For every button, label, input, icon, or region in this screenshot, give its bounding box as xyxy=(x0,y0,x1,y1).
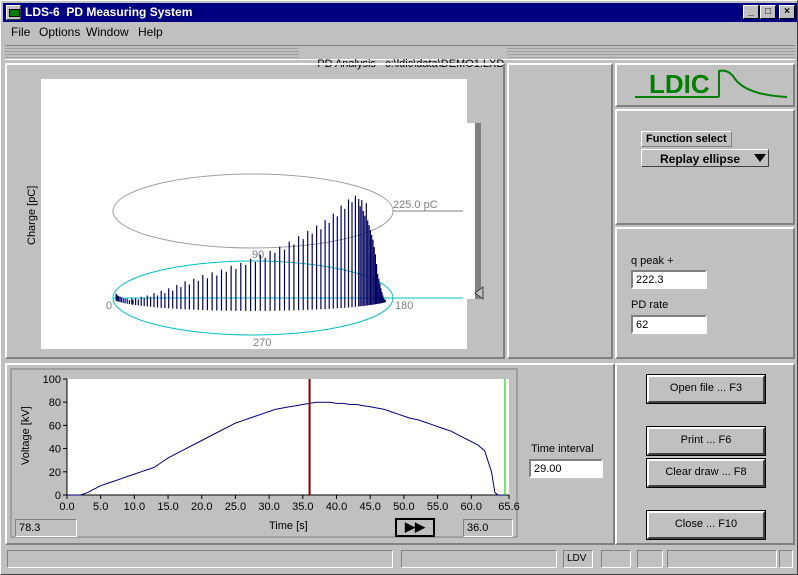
close-window-button[interactable]: × xyxy=(779,5,795,19)
x-tick-label: 0.0 xyxy=(59,501,74,513)
pd-rate-label: PD rate xyxy=(631,299,669,311)
minimize-button[interactable]: _ xyxy=(743,5,759,19)
voltage-axis-label: Voltage [kV] xyxy=(20,406,32,465)
menu-options[interactable]: Options xyxy=(39,25,80,39)
app-window: LDS-6 PD Measuring System _ □ × File Opt… xyxy=(0,0,798,575)
x-tick-label: 5.0 xyxy=(93,501,108,513)
status-cell-1 xyxy=(7,550,393,568)
status-ldv: LDV xyxy=(563,550,593,568)
charge-axis-label: Charge [pC] xyxy=(26,186,38,245)
x-tick-label: 25.0 xyxy=(225,501,246,513)
x-tick-label: 15.0 xyxy=(157,501,178,513)
function-select-dropdown[interactable]: Replay ellipse xyxy=(641,149,769,167)
status-cell-7 xyxy=(779,550,793,568)
title-bar[interactable]: LDS-6 PD Measuring System _ □ × xyxy=(3,3,797,22)
upper-value-label: 225.0 pC xyxy=(393,199,438,211)
voltage-panel: Voltage [kV] Time [s] 0.0 5.0 10.0 15.0 20.0… xyxy=(5,363,615,545)
y-tick-label: 100 xyxy=(43,374,61,386)
menu-file[interactable]: File xyxy=(11,25,30,39)
logo-text: LDIC xyxy=(649,69,710,99)
x-tick-label: 45.0 xyxy=(359,501,380,513)
open-file-button[interactable]: Open file ... F3 xyxy=(646,374,766,404)
ellipse-plot: Charge [pC] 225.0 pC 0 90 180 270 xyxy=(26,79,484,349)
fast-forward-button[interactable]: ▶▶ xyxy=(395,518,435,537)
ellipse-panel: Charge [pC] 225.0 pC 0 90 180 270 xyxy=(5,63,505,359)
y-tick-label: 20 xyxy=(49,467,61,479)
y-tick-label: 40 xyxy=(49,444,61,456)
time-interval-label: Time interval xyxy=(531,443,594,455)
window-title: LDS-6 PD Measuring System xyxy=(25,5,193,19)
x-tick-label: 35.0 xyxy=(292,501,313,513)
middle-panel xyxy=(507,63,613,359)
x-tick-label: 20.0 xyxy=(191,501,212,513)
menu-help[interactable]: Help xyxy=(138,25,163,39)
ldic-logo: LDIC xyxy=(635,69,788,99)
voltage-plot-area xyxy=(67,379,509,495)
x-tick-label: 55.0 xyxy=(427,501,448,513)
pd-rate-field: 62 xyxy=(631,315,707,334)
status-cell-5 xyxy=(637,550,663,568)
chevron-down-icon[interactable] xyxy=(754,154,766,162)
x-tick-label: 30.0 xyxy=(258,501,279,513)
status-cell-4 xyxy=(601,550,631,568)
x-tick-label: 10.0 xyxy=(124,501,145,513)
maximize-button[interactable]: □ xyxy=(760,5,776,19)
clear-draw-button[interactable]: Clear draw ... F8 xyxy=(646,458,766,488)
angle-270-label: 270 xyxy=(253,337,271,349)
menu-window[interactable]: Window xyxy=(86,25,129,39)
status-cell-2 xyxy=(401,550,557,568)
app-icon[interactable] xyxy=(6,5,21,20)
print-button[interactable]: Print ... F6 xyxy=(646,426,766,456)
time-axis-label: Time [s] xyxy=(269,520,308,532)
function-panel: Function select Replay ellipse xyxy=(615,109,795,225)
function-select-label: Function select xyxy=(641,131,732,147)
buttons-panel: Open file ... F3 Print ... F6 Clear draw… xyxy=(615,363,795,545)
q-peak-label: q peak + xyxy=(631,255,674,267)
y-tick-label: 80 xyxy=(49,397,61,409)
time-interval-field[interactable]: 29.00 xyxy=(529,459,603,478)
scale-bar xyxy=(475,123,481,299)
readout-right: 36.0 xyxy=(463,519,513,537)
angle-90-label: 90 xyxy=(252,249,264,261)
x-tick-label: 65.6 xyxy=(498,501,519,513)
file-header: PD Analysis c:\ldic\data\DEMO1.LXD xyxy=(299,46,507,70)
x-tick-label: 60.0 xyxy=(461,501,482,513)
status-cell-6 xyxy=(667,550,777,568)
x-tick-label: 40.0 xyxy=(326,501,347,513)
logo-panel: LDIC xyxy=(615,63,795,107)
y-tick-label: 60 xyxy=(49,420,61,432)
menu-bar: File Options Window Help xyxy=(3,23,797,41)
close-button[interactable]: Close ... F10 xyxy=(646,510,766,540)
readout-left: 78.3 xyxy=(15,519,77,537)
function-select-value: Replay ellipse xyxy=(660,152,741,166)
y-tick-label: 0 xyxy=(55,490,61,502)
fast-forward-icon: ▶▶ xyxy=(405,519,425,534)
q-peak-field: 222.3 xyxy=(631,270,707,289)
angle-180-label: 180 xyxy=(395,300,413,312)
readings-panel: q peak + 222.3 PD rate 62 xyxy=(615,227,795,359)
angle-0-label: 0 xyxy=(106,300,112,312)
voltage-chart: Voltage [kV] Time [s] 0.0 5.0 10.0 15.0 20.0… xyxy=(10,368,520,538)
x-tick-label: 50.0 xyxy=(393,501,414,513)
